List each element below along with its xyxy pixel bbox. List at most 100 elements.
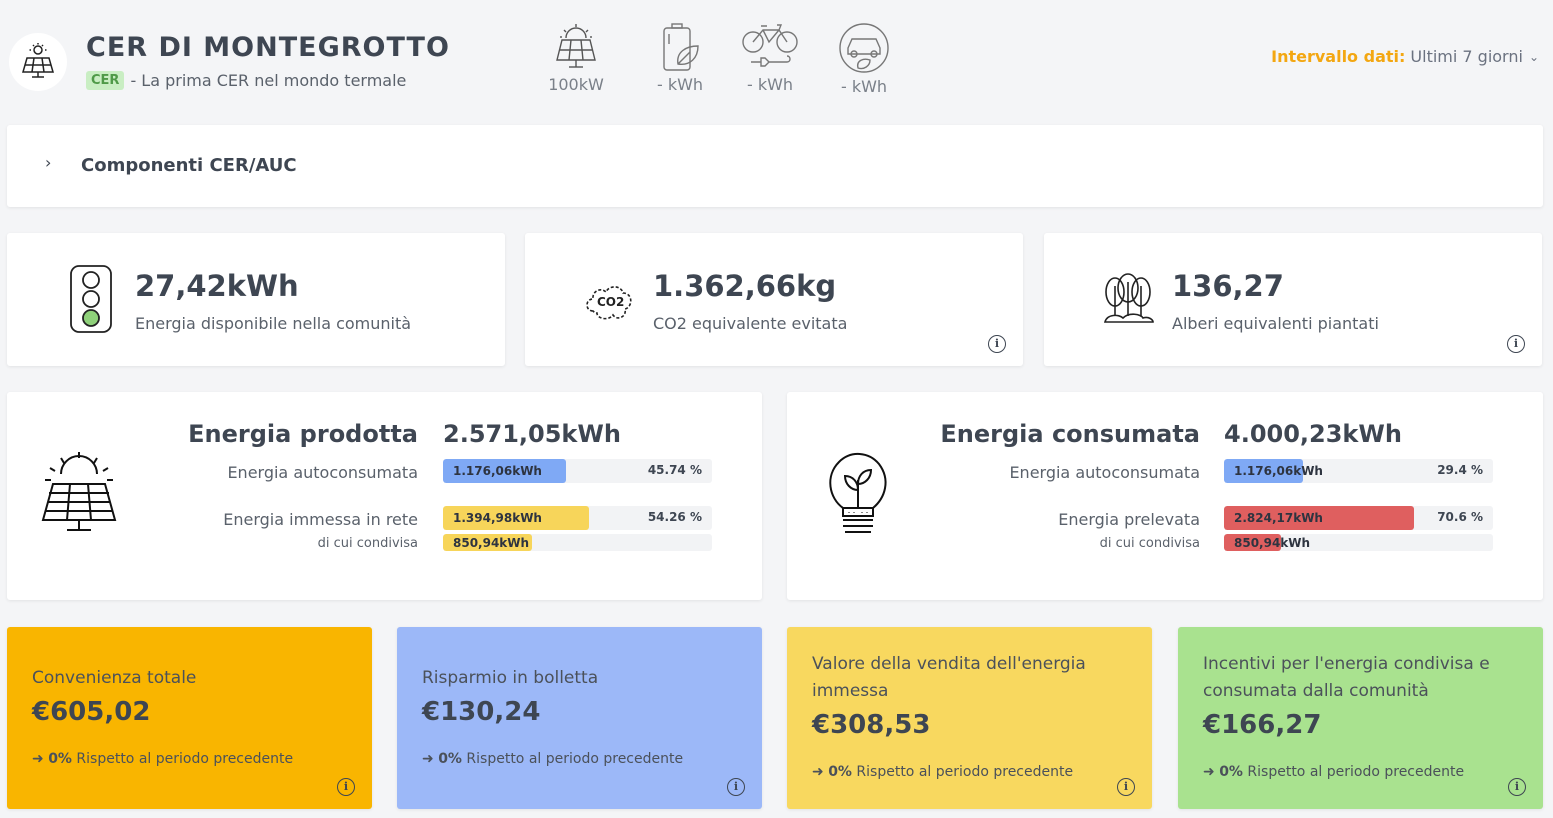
components-title: Componenti CER/AUC <box>81 155 297 176</box>
trees-icon <box>1096 263 1160 335</box>
kpi-value: 1.362,66kg <box>653 269 837 303</box>
info-icon[interactable]: i <box>337 778 355 796</box>
money-change: 0% <box>438 751 462 767</box>
money-label: Valore della vendita dell'energia immess… <box>812 654 1086 701</box>
chevron-right-icon: › <box>45 153 52 172</box>
money-change: 0% <box>48 751 72 767</box>
money-amount: €605,02 <box>32 697 151 727</box>
stat-battery-label: - kWh <box>656 75 704 94</box>
money-compare: ➜ 0% Rispetto al periodo precedente <box>32 751 293 767</box>
kpi-co2-avoided: CO2 1.362,66kg CO2 equivalente evitata i <box>525 233 1023 366</box>
money-compare: ➜ 0% Rispetto al periodo precedente <box>812 764 1073 780</box>
kpi-desc: Energia disponibile nella comunità <box>135 314 412 333</box>
energy-consumed-card: Energia consumata 4.000,23kWh Energia au… <box>787 392 1543 600</box>
produced-row-label: Energia autoconsumata <box>227 463 418 482</box>
interval-label: Intervallo dati: <box>1271 47 1406 66</box>
energy-produced-card: Energia prodotta 2.571,05kWh Energia aut… <box>7 392 762 600</box>
subtitle-text: - La prima CER nel mondo termale <box>130 71 407 90</box>
money-amount: €308,53 <box>812 710 931 740</box>
consumed-total: 4.000,23kWh <box>1224 420 1402 448</box>
money-label: Convenienza totale <box>32 668 197 688</box>
produced-row-label: Energia immessa in rete <box>223 510 418 529</box>
produced-shared-label: di cui condivisa <box>317 536 418 551</box>
battery-leaf-icon <box>663 23 699 71</box>
arrow-right-icon: ➜ <box>32 751 44 767</box>
interval-selector[interactable]: Intervallo dati: Ultimi 7 giorni ⌄ <box>1271 47 1539 66</box>
consumed-autoconsumed-bar: 1.176,06kWh 29.4 % <box>1224 459 1493 483</box>
arrow-right-icon: ➜ <box>812 764 824 780</box>
info-icon[interactable]: i <box>727 778 745 796</box>
consumed-row-label: Energia prelevata <box>1058 510 1200 529</box>
info-icon[interactable]: i <box>988 335 1006 353</box>
stat-battery: - kWh <box>650 22 710 94</box>
arrow-right-icon: ➜ <box>1203 764 1215 780</box>
interval-value: Ultimi 7 giorni <box>1410 47 1523 66</box>
stat-car: - kWh <box>834 22 894 96</box>
stat-solar-power: 100kW <box>546 22 606 94</box>
co2-cloud-icon: CO2 <box>577 263 641 335</box>
produced-autoconsumed-bar: 1.176,06kWh 45.74 % <box>443 459 712 483</box>
kpi-value: 136,27 <box>1172 269 1284 303</box>
kpi-energy-available: 27,42kWh Energia disponibile nella comun… <box>7 233 505 366</box>
solar-panel-icon <box>556 24 596 68</box>
kpi-value: 27,42kWh <box>135 269 299 303</box>
money-card-bill-savings: Risparmio in bolletta €130,24 ➜ 0% Rispe… <box>397 627 762 809</box>
money-compare-text: Rispetto al periodo precedente <box>1247 764 1465 780</box>
money-change: 0% <box>828 764 852 780</box>
money-card-incentives: Incentivi per l'energia condivisa e cons… <box>1178 627 1543 809</box>
solar-logo-icon <box>9 33 67 91</box>
components-accordion[interactable]: › Componenti CER/AUC <box>7 125 1543 207</box>
kpi-desc: CO2 equivalente evitata <box>653 314 848 333</box>
bar-percent: 29.4 % <box>1437 463 1483 477</box>
page-title: CER DI MONTEGROTTO <box>86 32 450 63</box>
money-amount: €130,24 <box>422 697 541 727</box>
money-label: Risparmio in bolletta <box>422 668 599 688</box>
produced-injected-bar: 1.394,98kWh 54.26 % <box>443 506 712 530</box>
header: CER DI MONTEGROTTO CER - La prima CER ne… <box>0 0 1553 118</box>
info-icon[interactable]: i <box>1508 778 1526 796</box>
page-subtitle: CER - La prima CER nel mondo termale <box>86 71 406 90</box>
money-change: 0% <box>1219 764 1243 780</box>
svg-text:CO2: CO2 <box>597 295 624 309</box>
bar-value: 1.394,98kWh <box>453 511 542 525</box>
consumed-shared-bar: 850,94kWh <box>1224 534 1493 551</box>
info-icon[interactable]: i <box>1117 778 1135 796</box>
stat-car-label: - kWh <box>840 77 888 96</box>
stat-bicycle-label: - kWh <box>746 75 794 94</box>
produced-shared-bar: 850,94kWh <box>443 534 712 551</box>
bar-value: 850,94kWh <box>453 536 530 550</box>
money-card-energy-sale: Valore della vendita dell'energia immess… <box>787 627 1152 809</box>
kpi-trees-planted: 136,27 Alberi equivalenti piantati i <box>1044 233 1542 366</box>
chevron-down-icon: ⌄ <box>1528 49 1539 64</box>
bar-percent: 70.6 % <box>1437 510 1483 524</box>
consumed-title: Energia consumata <box>940 420 1200 448</box>
money-compare-text: Rispetto al periodo precedente <box>856 764 1074 780</box>
solar-sun-panel-icon <box>39 450 119 544</box>
kpi-desc: Alberi equivalenti piantati <box>1172 314 1379 333</box>
bar-percent: 54.26 % <box>647 510 702 524</box>
bar-value: 1.176,06kWh <box>453 464 542 478</box>
consumed-shared-label: di cui condivisa <box>1099 536 1200 551</box>
money-amount: €166,27 <box>1203 710 1322 740</box>
stat-bicycle: - kWh <box>740 22 800 94</box>
bar-value: 850,94kWh <box>1234 536 1311 550</box>
bar-percent: 45.74 % <box>647 463 702 477</box>
money-label: Incentivi per l'energia condivisa e cons… <box>1203 654 1490 701</box>
arrow-right-icon: ➜ <box>422 751 434 767</box>
bar-value: 2.824,17kWh <box>1234 511 1323 525</box>
bar-value: 1.176,06kWh <box>1234 464 1323 478</box>
produced-total: 2.571,05kWh <box>443 420 621 448</box>
money-compare: ➜ 0% Rispetto al periodo precedente <box>422 751 683 767</box>
bicycle-plug-icon <box>742 24 798 67</box>
eco-car-icon <box>839 23 889 73</box>
money-compare-text: Rispetto al periodo precedente <box>466 751 684 767</box>
money-card-total: Convenienza totale €605,02 ➜ 0% Rispetto… <box>7 627 372 809</box>
consumed-row-label: Energia autoconsumata <box>1009 463 1200 482</box>
info-icon[interactable]: i <box>1507 335 1525 353</box>
produced-title: Energia prodotta <box>188 420 418 448</box>
stat-solar-label: 100kW <box>548 75 604 94</box>
money-compare-text: Rispetto al periodo precedente <box>76 751 294 767</box>
lightbulb-plant-icon <box>823 450 893 548</box>
traffic-light-icon <box>59 263 123 335</box>
money-compare: ➜ 0% Rispetto al periodo precedente <box>1203 764 1464 780</box>
